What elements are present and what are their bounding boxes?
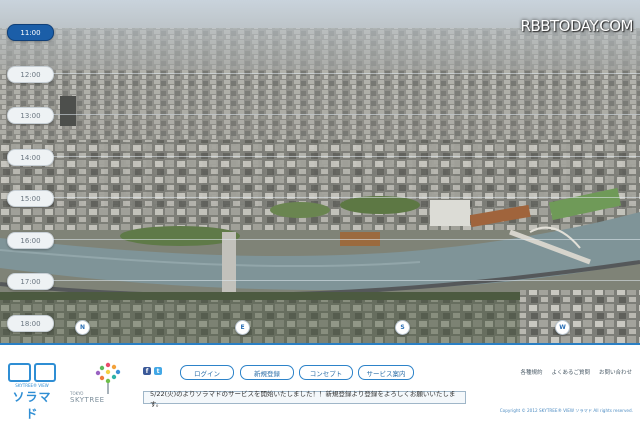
time-divider xyxy=(52,114,640,115)
time-divider xyxy=(52,280,640,281)
social-links: f t xyxy=(143,367,162,375)
terms-link[interactable]: 各種規約 xyxy=(520,368,542,376)
soramado-logo[interactable]: SKYTREE® VIEW ソラマド xyxy=(8,363,56,422)
copyright: Copyright © 2012 SKYTREE® VIEW ソラマド All … xyxy=(499,408,633,413)
time-divider xyxy=(52,239,640,240)
time-divider xyxy=(52,73,640,74)
time-button-17[interactable]: 17:00 xyxy=(7,273,54,290)
watermark: RBBTODAY.COM xyxy=(520,17,634,35)
time-button-12[interactable]: 12:00 xyxy=(7,66,54,83)
time-divider xyxy=(52,156,640,157)
twitter-icon[interactable]: t xyxy=(154,367,162,375)
compass-south-marker[interactable]: S xyxy=(395,320,410,335)
facebook-icon[interactable]: f xyxy=(143,367,151,375)
faq-link[interactable]: よくあるご質問 xyxy=(551,368,590,376)
skytree-dots-icon xyxy=(95,362,121,394)
time-button-14[interactable]: 14:00 xyxy=(7,149,54,166)
login-button[interactable]: ログイン xyxy=(180,365,234,380)
compass-east-marker[interactable]: E xyxy=(235,320,250,335)
compass-north-marker[interactable]: N xyxy=(75,320,90,335)
time-button-18[interactable]: 18:00 xyxy=(7,315,54,332)
window-logo-icon xyxy=(8,363,56,382)
city-panorama-image xyxy=(0,28,640,343)
tokyo-skytree-logo[interactable]: TOKYO SKYTREE xyxy=(70,359,128,409)
footer-links: 各種規約 よくあるご質問 お問い合わせ xyxy=(520,368,632,376)
footer: SKYTREE® VIEW ソラマド TOKYO SKYTREE f t ログイ… xyxy=(0,343,640,428)
news-ticker: 5/22(火)のよりソラマドのサービスを開始いたしました！！新規登録より登録をよ… xyxy=(143,390,466,408)
time-button-16[interactable]: 16:00 xyxy=(7,232,54,249)
register-button[interactable]: 新規登録 xyxy=(240,365,294,380)
contact-link[interactable]: お問い合わせ xyxy=(599,368,632,376)
service-info-button[interactable]: サービス案内 xyxy=(358,365,414,380)
concept-button[interactable]: コンセプト xyxy=(299,365,353,380)
compass-west-marker[interactable]: W xyxy=(555,320,570,335)
logo-name: ソラマド xyxy=(12,390,52,421)
time-button-13[interactable]: 13:00 xyxy=(7,107,54,124)
time-button-11[interactable]: 11:00 xyxy=(7,24,54,41)
time-button-15[interactable]: 15:00 xyxy=(7,190,54,207)
panorama-view[interactable]: RBBTODAY.COM 11:00 12:00 13:00 14:00 15:… xyxy=(0,0,640,343)
time-divider xyxy=(52,197,640,198)
skytree-logo-big: SKYTREE xyxy=(70,396,105,404)
